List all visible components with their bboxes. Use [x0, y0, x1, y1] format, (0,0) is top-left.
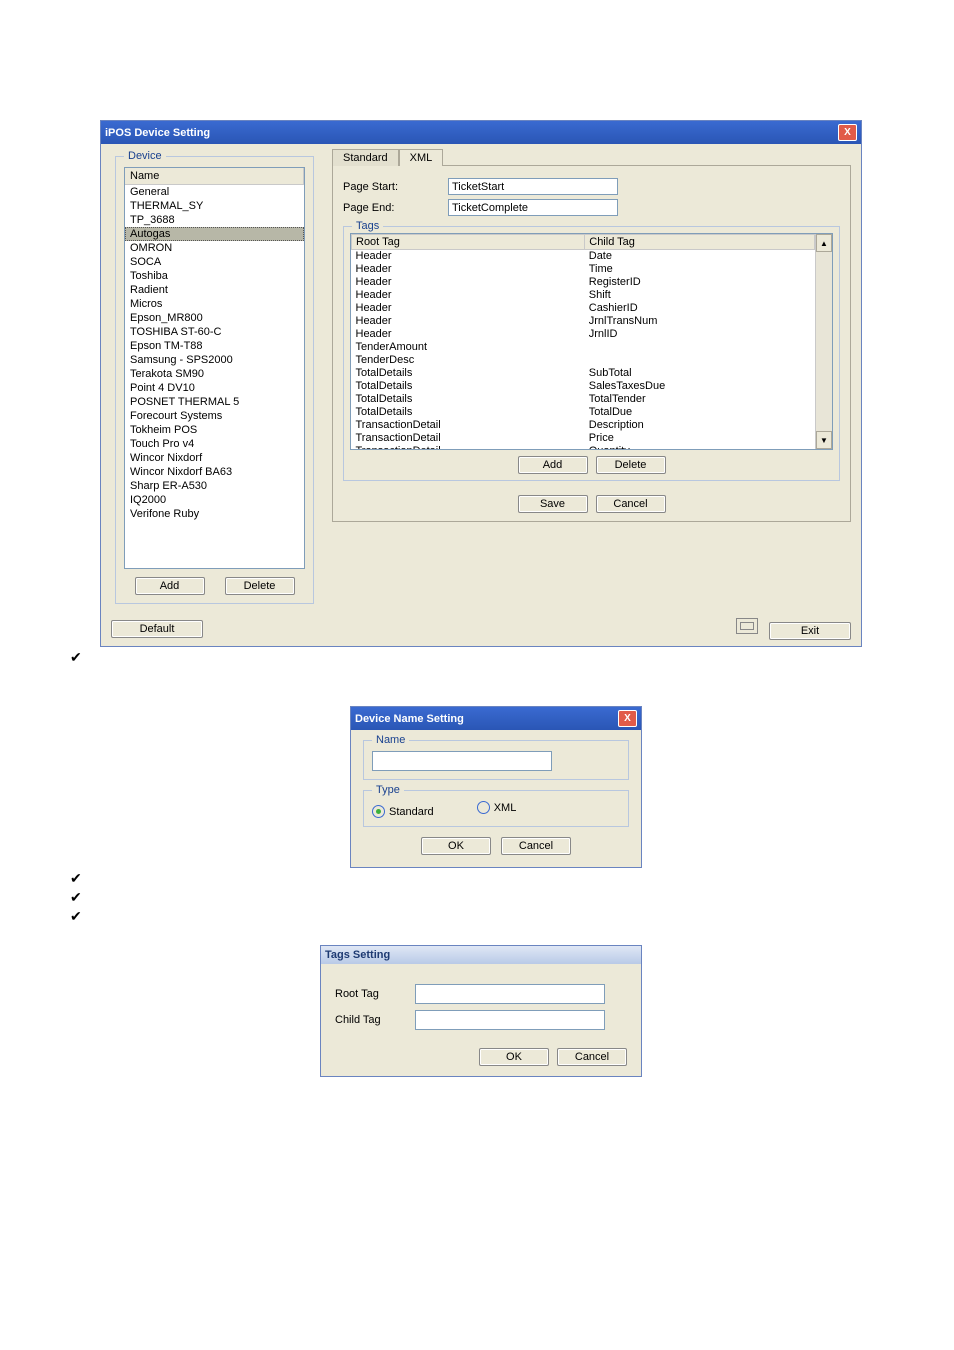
type-group-label: Type [372, 784, 404, 796]
table-row[interactable]: HeaderTime [352, 263, 815, 276]
close-icon[interactable]: X [838, 124, 857, 141]
tags-grid[interactable]: Root Tag Child Tag HeaderDateHeaderTimeH… [350, 233, 833, 450]
default-button[interactable]: Default [111, 620, 203, 638]
titlebar: iPOS Device Setting X [101, 121, 861, 144]
child-tag-input[interactable] [415, 1010, 605, 1030]
list-item[interactable]: Radient [125, 283, 304, 297]
child-tag-label: Child Tag [335, 1014, 415, 1026]
window-title: iPOS Device Setting [105, 127, 210, 139]
name-group: Name [363, 740, 629, 780]
xml-tab-page: Page Start: Page End: Tags Root Tag [332, 166, 851, 522]
list-item[interactable]: Point 4 DV10 [125, 381, 304, 395]
bullet-check-icon: ✔ [70, 870, 954, 887]
device-delete-button[interactable]: Delete [225, 577, 295, 595]
tab-xml[interactable]: XML [399, 149, 444, 166]
tag-add-button[interactable]: Add [518, 456, 588, 474]
scroll-down-icon[interactable]: ▼ [816, 431, 832, 449]
list-item[interactable]: General [125, 185, 304, 199]
device-group: Device Name GeneralTHERMAL_SYTP_3688Auto… [115, 156, 314, 604]
ok-button[interactable]: OK [421, 837, 491, 855]
cancel-button[interactable]: Cancel [596, 495, 666, 513]
titlebar: Device Name Setting X [351, 707, 641, 730]
ipos-device-setting-window: iPOS Device Setting X Device Name Genera… [100, 120, 862, 647]
table-row[interactable]: HeaderShift [352, 289, 815, 302]
device-list[interactable]: Name GeneralTHERMAL_SYTP_3688AutogasOMRO… [124, 167, 305, 569]
tags-group-label: Tags [352, 220, 383, 232]
keyboard-icon[interactable] [736, 618, 758, 634]
bullet-check-icon: ✔ [70, 908, 954, 925]
type-group: Type Standard XML [363, 790, 629, 827]
cancel-button[interactable]: Cancel [557, 1048, 627, 1066]
list-item[interactable]: TP_3688 [125, 213, 304, 227]
grid-scrollbar[interactable]: ▲ ▼ [815, 234, 832, 449]
tabs: Standard XML [332, 148, 851, 166]
list-item[interactable]: TOSHIBA ST-60-C [125, 325, 304, 339]
device-add-button[interactable]: Add [135, 577, 205, 595]
table-row[interactable]: HeaderDate [352, 250, 815, 264]
radio-standard[interactable]: Standard [372, 805, 434, 818]
list-item[interactable]: Forecourt Systems [125, 409, 304, 423]
list-item[interactable]: Wincor Nixdorf BA63 [125, 465, 304, 479]
list-item[interactable]: Autogas [125, 227, 304, 241]
list-item[interactable]: Sharp ER-A530 [125, 479, 304, 493]
table-row[interactable]: HeaderJrnlID [352, 328, 815, 341]
table-row[interactable]: TenderAmount [352, 341, 815, 354]
scroll-up-icon[interactable]: ▲ [816, 234, 832, 252]
list-item[interactable]: Wincor Nixdorf [125, 451, 304, 465]
device-name-input[interactable] [372, 751, 552, 771]
table-row[interactable]: TransactionDetailPrice [352, 432, 815, 445]
list-item[interactable]: POSNET THERMAL 5 [125, 395, 304, 409]
list-item[interactable]: Touch Pro v4 [125, 437, 304, 451]
exit-button[interactable]: Exit [769, 622, 851, 640]
page-end-input[interactable] [448, 199, 618, 216]
list-item[interactable]: OMRON [125, 241, 304, 255]
table-row[interactable]: TransactionDetailDescription [352, 419, 815, 432]
table-row[interactable]: TotalDetailsTotalDue [352, 406, 815, 419]
list-item[interactable]: Terakota SM90 [125, 367, 304, 381]
root-tag-label: Root Tag [335, 988, 415, 1000]
list-item[interactable]: Samsung - SPS2000 [125, 353, 304, 367]
root-tag-input[interactable] [415, 984, 605, 1004]
list-item[interactable]: THERMAL_SY [125, 199, 304, 213]
list-item[interactable]: IQ2000 [125, 493, 304, 507]
list-item[interactable]: Epson_MR800 [125, 311, 304, 325]
dialog-title: Tags Setting [325, 949, 390, 961]
cancel-button[interactable]: Cancel [501, 837, 571, 855]
tags-group: Tags Root Tag Child Tag HeaderDateHeader… [343, 226, 840, 481]
dialog-title: Device Name Setting [355, 713, 464, 725]
list-item[interactable]: Tokheim POS [125, 423, 304, 437]
table-row[interactable]: TransactionDetailQuantity [352, 445, 815, 449]
list-item[interactable]: Toshiba [125, 269, 304, 283]
tags-setting-dialog: Tags Setting Root Tag Child Tag OK Cance… [320, 945, 642, 1077]
table-row[interactable]: TenderDesc [352, 354, 815, 367]
name-group-label: Name [372, 734, 409, 746]
table-row[interactable]: TotalDetailsTotalTender [352, 393, 815, 406]
page-end-label: Page End: [343, 202, 448, 214]
page-start-input[interactable] [448, 178, 618, 195]
table-row[interactable]: HeaderCashierID [352, 302, 815, 315]
list-item[interactable]: Micros [125, 297, 304, 311]
list-item[interactable]: SOCA [125, 255, 304, 269]
close-icon[interactable]: X [618, 710, 637, 727]
bullet-check-icon: ✔ [70, 649, 954, 666]
list-item[interactable]: Epson TM-T88 [125, 339, 304, 353]
tag-delete-button[interactable]: Delete [596, 456, 666, 474]
page-start-label: Page Start: [343, 181, 448, 193]
titlebar: Tags Setting [321, 946, 641, 964]
bullet-check-icon: ✔ [70, 889, 954, 906]
grid-header-child[interactable]: Child Tag [585, 235, 815, 250]
tab-standard[interactable]: Standard [332, 149, 399, 166]
device-group-label: Device [124, 150, 166, 162]
table-row[interactable]: HeaderRegisterID [352, 276, 815, 289]
grid-header-root[interactable]: Root Tag [352, 235, 585, 250]
save-button[interactable]: Save [518, 495, 588, 513]
radio-xml[interactable]: XML [477, 801, 517, 814]
ok-button[interactable]: OK [479, 1048, 549, 1066]
device-name-setting-dialog: Device Name Setting X Name Type Standard… [350, 706, 642, 868]
device-list-header[interactable]: Name [125, 168, 304, 185]
table-row[interactable]: TotalDetailsSubTotal [352, 367, 815, 380]
list-item[interactable]: Verifone Ruby [125, 507, 304, 521]
table-row[interactable]: HeaderJrnlTransNum [352, 315, 815, 328]
table-row[interactable]: TotalDetailsSalesTaxesDue [352, 380, 815, 393]
